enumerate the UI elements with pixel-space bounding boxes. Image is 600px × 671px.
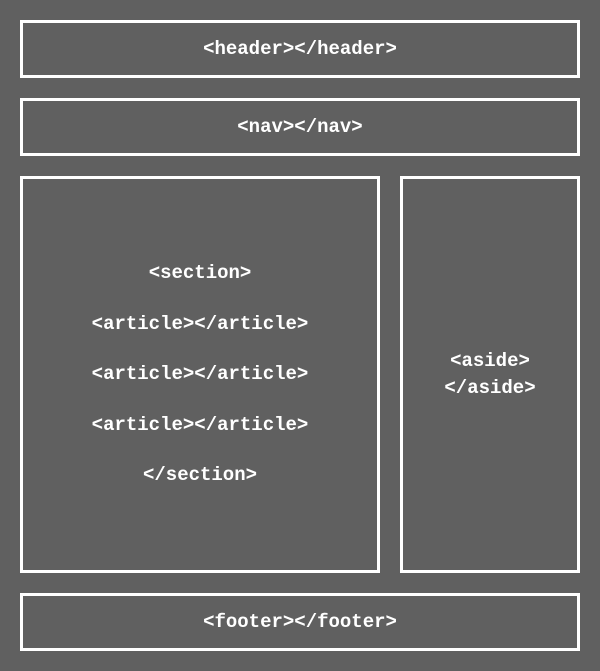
article-tag: <article></article> bbox=[92, 361, 309, 388]
aside-label: <aside> </aside> bbox=[444, 348, 535, 401]
footer-block: <footer></footer> bbox=[20, 593, 580, 651]
main-row: <section> <article></article> <article><… bbox=[20, 176, 580, 573]
aside-block: <aside> </aside> bbox=[400, 176, 580, 573]
section-open-tag: <section> bbox=[149, 260, 252, 287]
footer-label: <footer></footer> bbox=[203, 609, 397, 636]
nav-block: <nav></nav> bbox=[20, 98, 580, 156]
header-label: <header></header> bbox=[203, 36, 397, 63]
section-block: <section> <article></article> <article><… bbox=[20, 176, 380, 573]
article-tag: <article></article> bbox=[92, 412, 309, 439]
aside-open-tag: <aside> bbox=[450, 350, 530, 372]
header-block: <header></header> bbox=[20, 20, 580, 78]
article-tag: <article></article> bbox=[92, 311, 309, 338]
aside-close-tag: </aside> bbox=[444, 377, 535, 399]
nav-label: <nav></nav> bbox=[237, 114, 362, 141]
section-close-tag: </section> bbox=[143, 462, 257, 489]
